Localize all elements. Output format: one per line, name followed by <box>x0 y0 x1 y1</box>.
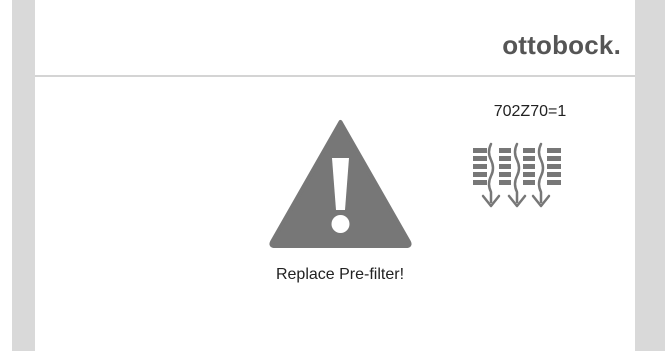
device-screen: ottobock. Replace Pre-filter! 702Z70=1 <box>35 0 635 351</box>
filter-flow-icon <box>473 142 561 208</box>
left-side-bar <box>12 0 35 351</box>
header: ottobock. <box>35 0 635 75</box>
ottobock-logo: ottobock. <box>502 30 621 60</box>
warning-icon <box>269 120 412 248</box>
right-side-bar <box>635 0 665 351</box>
alert-message: Replace Pre-filter! <box>275 266 405 283</box>
header-divider <box>35 75 635 77</box>
filter-part-number: 702Z70=1 <box>493 103 567 120</box>
